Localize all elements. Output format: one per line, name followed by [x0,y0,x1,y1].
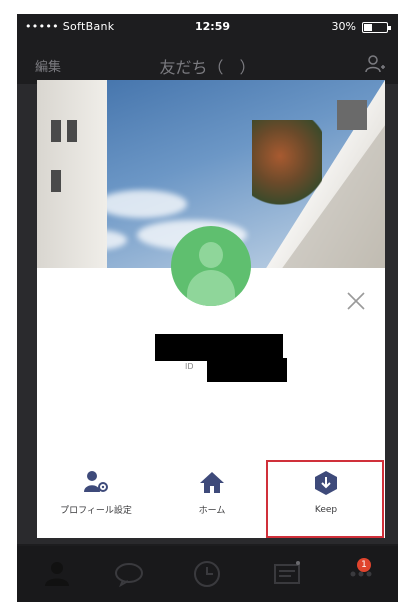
battery-percent: 30% [331,20,356,33]
status-bar: ••••• SoftBank 12:59 30% [17,14,398,44]
profile-card: ID プロフィール設定 ホーム Keep [37,80,385,538]
notification-badge: 1 [357,558,371,572]
battery-icon [362,22,391,33]
phone-screen: ••••• SoftBank 12:59 30% 編集 友だち（ ） ID プロ… [17,14,398,602]
nav-bar: 編集 友だち（ ） [17,44,398,84]
carrier-label: ••••• SoftBank [25,20,115,33]
tab-friends-icon[interactable] [37,554,77,594]
tab-timeline-icon[interactable] [187,554,227,594]
tab-chats-icon[interactable] [109,554,149,594]
profile-settings-button[interactable]: プロフィール設定 [41,450,151,538]
page-title: 友だち（ ） [159,58,256,77]
action-label: プロフィール設定 [60,506,132,516]
id-label: ID [185,362,194,371]
add-friend-icon[interactable] [364,53,386,79]
profile-settings-icon [41,470,151,497]
tab-more-icon[interactable]: 1 [341,554,381,594]
id-redacted [207,358,287,382]
action-label: ホーム [198,506,226,516]
home-button[interactable]: ホーム [157,450,267,538]
tab-news-icon[interactable] [267,554,307,594]
home-icon [157,470,267,497]
clock: 12:59 [195,20,231,33]
name-redacted [155,334,283,361]
avatar[interactable] [171,226,251,306]
action-row: プロフィール設定 ホーム Keep [37,450,385,538]
close-icon[interactable] [345,290,367,312]
tab-bar: 1 [17,546,398,602]
keep-highlight-box [266,460,384,538]
